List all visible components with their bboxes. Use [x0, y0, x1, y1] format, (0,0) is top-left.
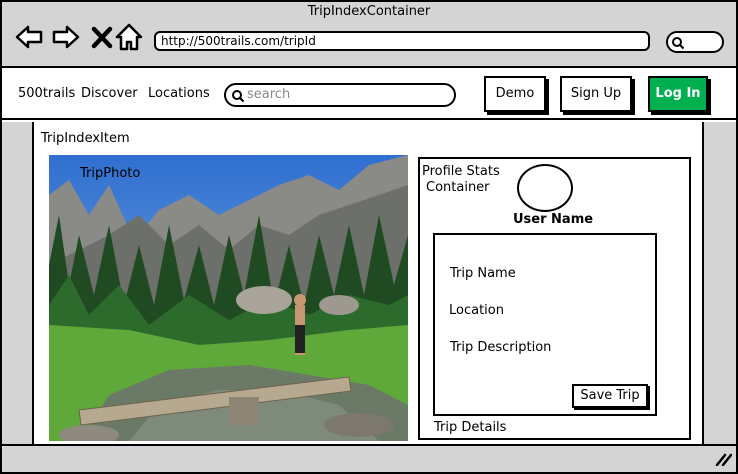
- window-title: TripIndexContainer: [307, 4, 431, 19]
- container-label: TripIndexItem: [41, 131, 130, 146]
- profile-container-label-line1: Profile Stats: [422, 164, 500, 179]
- avatar[interactable]: [517, 164, 573, 212]
- search-placeholder: search: [247, 87, 291, 102]
- login-button[interactable]: Log In: [648, 76, 708, 112]
- trip-photo: TripPhoto: [49, 155, 408, 441]
- trip-photo-image: [49, 155, 408, 441]
- user-name[interactable]: User Name: [513, 212, 593, 227]
- browser-status-bar: [2, 444, 736, 472]
- save-trip-button[interactable]: Save Trip: [572, 384, 648, 408]
- forward-arrow-icon[interactable]: [51, 22, 81, 52]
- trip-name: Trip Name: [450, 266, 516, 281]
- nav-link-discover[interactable]: Discover: [81, 86, 138, 101]
- home-icon[interactable]: [114, 22, 144, 52]
- browser-search-field[interactable]: [666, 31, 724, 53]
- profile-container-label-line2: Container: [426, 180, 490, 195]
- brand-link[interactable]: 500trails: [18, 86, 75, 101]
- url-bar[interactable]: http://500trails.com/tripId: [154, 31, 650, 51]
- demo-button[interactable]: Demo: [484, 76, 546, 112]
- back-arrow-icon[interactable]: [14, 22, 44, 52]
- resize-grip-icon[interactable]: [714, 452, 732, 466]
- trip-description: Trip Description: [450, 340, 552, 355]
- left-gutter: [2, 122, 34, 444]
- right-gutter: [702, 122, 736, 444]
- search-icon: [232, 90, 245, 103]
- trip-details-label: Trip Details: [434, 420, 507, 435]
- photo-label: TripPhoto: [80, 166, 141, 181]
- signup-button[interactable]: Sign Up: [560, 76, 632, 112]
- search-icon: [672, 37, 685, 50]
- site-search-input[interactable]: search: [224, 83, 456, 107]
- trip-location: Location: [449, 303, 504, 318]
- nav-link-locations[interactable]: Locations: [148, 86, 210, 101]
